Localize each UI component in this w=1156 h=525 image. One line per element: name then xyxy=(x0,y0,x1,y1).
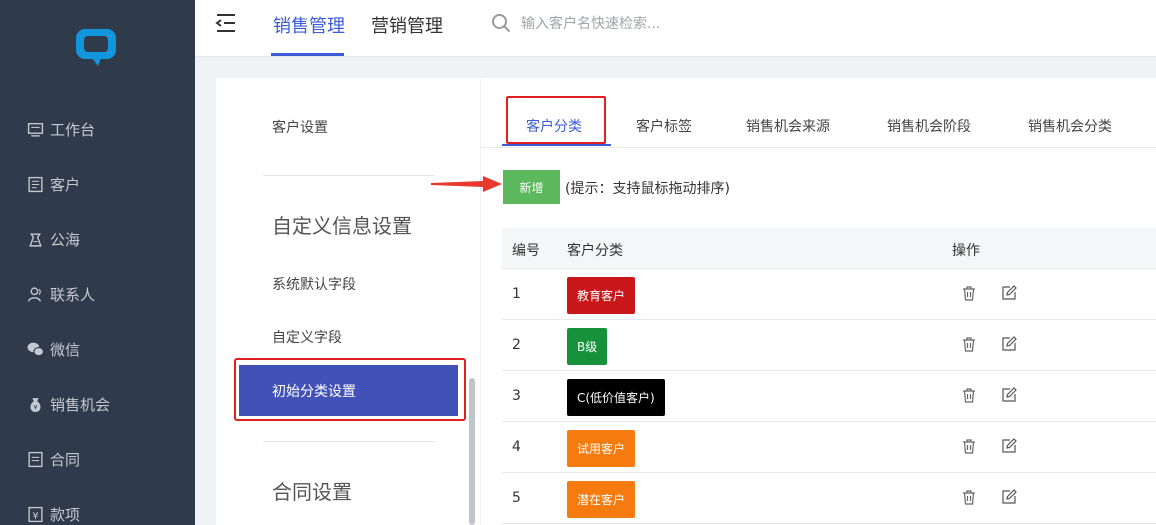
edit-icon[interactable] xyxy=(1001,336,1017,352)
sea-icon xyxy=(27,231,44,248)
monitor-icon xyxy=(27,121,44,138)
svg-text:¥: ¥ xyxy=(33,403,37,411)
add-button[interactable]: 新增 xyxy=(503,170,560,204)
annotation-arrow-icon xyxy=(431,174,503,194)
table-row[interactable]: 1 教育客户 xyxy=(502,269,1156,320)
contract-settings-heading: 合同设置 xyxy=(272,480,352,504)
scrollbar-thumb[interactable] xyxy=(469,378,475,525)
sidebar-item-label: 微信 xyxy=(50,340,81,359)
top-bar: 销售管理 营销管理 xyxy=(195,0,1156,57)
sidebar-item-contracts[interactable]: 合同 xyxy=(27,447,80,471)
category-tag: 教育客户 xyxy=(567,277,636,314)
table-row[interactable]: 4 试用客户 xyxy=(502,422,1156,473)
row-number: 4 xyxy=(512,439,521,455)
tab-opportunity-stage[interactable]: 销售机会阶段 xyxy=(887,116,971,136)
sidebar-item-customer[interactable]: 客户 xyxy=(27,172,80,196)
yen-icon: ¥ xyxy=(27,506,44,523)
menu-customer-settings[interactable]: 客户设置 xyxy=(272,117,328,137)
category-tag: 潜在客户 xyxy=(567,481,636,518)
header-number: 编号 xyxy=(512,243,540,259)
sidebar-item-opportunities[interactable]: ¥ 销售机会 xyxy=(27,392,110,416)
table-row[interactable]: 5 潜在客户 xyxy=(502,473,1156,524)
sidebar-item-label: 款项 xyxy=(50,505,81,524)
app-logo[interactable] xyxy=(74,27,118,67)
svg-text:¥: ¥ xyxy=(32,510,38,521)
delete-icon[interactable] xyxy=(961,285,977,301)
annotation-highlight-box xyxy=(506,96,606,144)
sidebar: 工作台 客户 公海 联系人 微信 ¥ 销售机会 合同 ¥ 款项 xyxy=(0,0,195,525)
customer-icon xyxy=(27,176,44,193)
sidebar-item-label: 公海 xyxy=(50,230,81,249)
table-row[interactable]: 3 C(低价值客户) xyxy=(502,371,1156,422)
delete-icon[interactable] xyxy=(961,489,977,505)
tabs-divider xyxy=(481,147,1156,148)
settings-menu-panel: 客户设置 自定义信息设置 系统默认字段 自定义字段 初始分类设置 合同设置 xyxy=(216,78,480,525)
delete-icon[interactable] xyxy=(961,336,977,352)
header-category: 客户分类 xyxy=(567,243,623,259)
annotation-highlight-box xyxy=(234,358,466,421)
wechat-icon xyxy=(27,341,44,358)
search-icon[interactable] xyxy=(491,13,511,33)
header-actions: 操作 xyxy=(952,243,980,259)
row-number: 3 xyxy=(512,388,521,404)
category-tag: C(低价值客户) xyxy=(567,379,665,416)
tab-customer-tags[interactable]: 客户标签 xyxy=(636,116,692,136)
edit-icon[interactable] xyxy=(1001,489,1017,505)
active-tab-underline xyxy=(271,53,344,56)
row-number: 2 xyxy=(512,337,521,353)
sidebar-item-label: 合同 xyxy=(50,450,81,469)
sidebar-item-workbench[interactable]: 工作台 xyxy=(27,117,95,141)
category-tag: 试用客户 xyxy=(567,430,636,467)
row-number: 1 xyxy=(512,286,521,302)
row-number: 5 xyxy=(512,490,521,506)
sidebar-item-label: 销售机会 xyxy=(50,395,111,414)
sidebar-item-wechat[interactable]: 微信 xyxy=(27,337,80,361)
custom-info-settings-heading: 自定义信息设置 xyxy=(272,214,412,238)
edit-icon[interactable] xyxy=(1001,285,1017,301)
menu-custom-fields[interactable]: 自定义字段 xyxy=(272,327,342,347)
active-tab-underline xyxy=(502,144,611,146)
tab-opportunity-source[interactable]: 销售机会来源 xyxy=(746,116,830,136)
delete-icon[interactable] xyxy=(961,387,977,403)
table-header: 编号 客户分类 操作 xyxy=(502,228,1156,269)
tab-sales-management[interactable]: 销售管理 xyxy=(273,12,345,38)
delete-icon[interactable] xyxy=(961,438,977,454)
edit-icon[interactable] xyxy=(1001,387,1017,403)
menu-collapse-icon[interactable] xyxy=(215,12,237,34)
contact-icon xyxy=(27,286,44,303)
divider xyxy=(263,175,435,176)
sidebar-item-public-sea[interactable]: 公海 xyxy=(27,227,80,251)
contract-icon xyxy=(27,451,44,468)
sidebar-item-label: 客户 xyxy=(50,175,81,194)
divider xyxy=(263,441,435,442)
search-input[interactable] xyxy=(521,12,781,36)
edit-icon[interactable] xyxy=(1001,438,1017,454)
table-row[interactable]: 2 B级 xyxy=(502,320,1156,371)
sidebar-item-label: 联系人 xyxy=(50,285,96,304)
sidebar-item-label: 工作台 xyxy=(50,120,96,139)
drag-sort-hint: (提示：支持鼠标拖动排序) xyxy=(565,181,730,197)
sidebar-item-contacts[interactable]: 联系人 xyxy=(27,282,95,306)
sidebar-item-payments[interactable]: ¥ 款项 xyxy=(27,502,80,525)
tab-opportunity-category[interactable]: 销售机会分类 xyxy=(1028,116,1112,136)
money-bag-icon: ¥ xyxy=(27,396,44,413)
menu-system-default-fields[interactable]: 系统默认字段 xyxy=(272,274,356,294)
category-tag: B级 xyxy=(567,328,608,365)
tab-marketing-management[interactable]: 营销管理 xyxy=(371,12,443,38)
